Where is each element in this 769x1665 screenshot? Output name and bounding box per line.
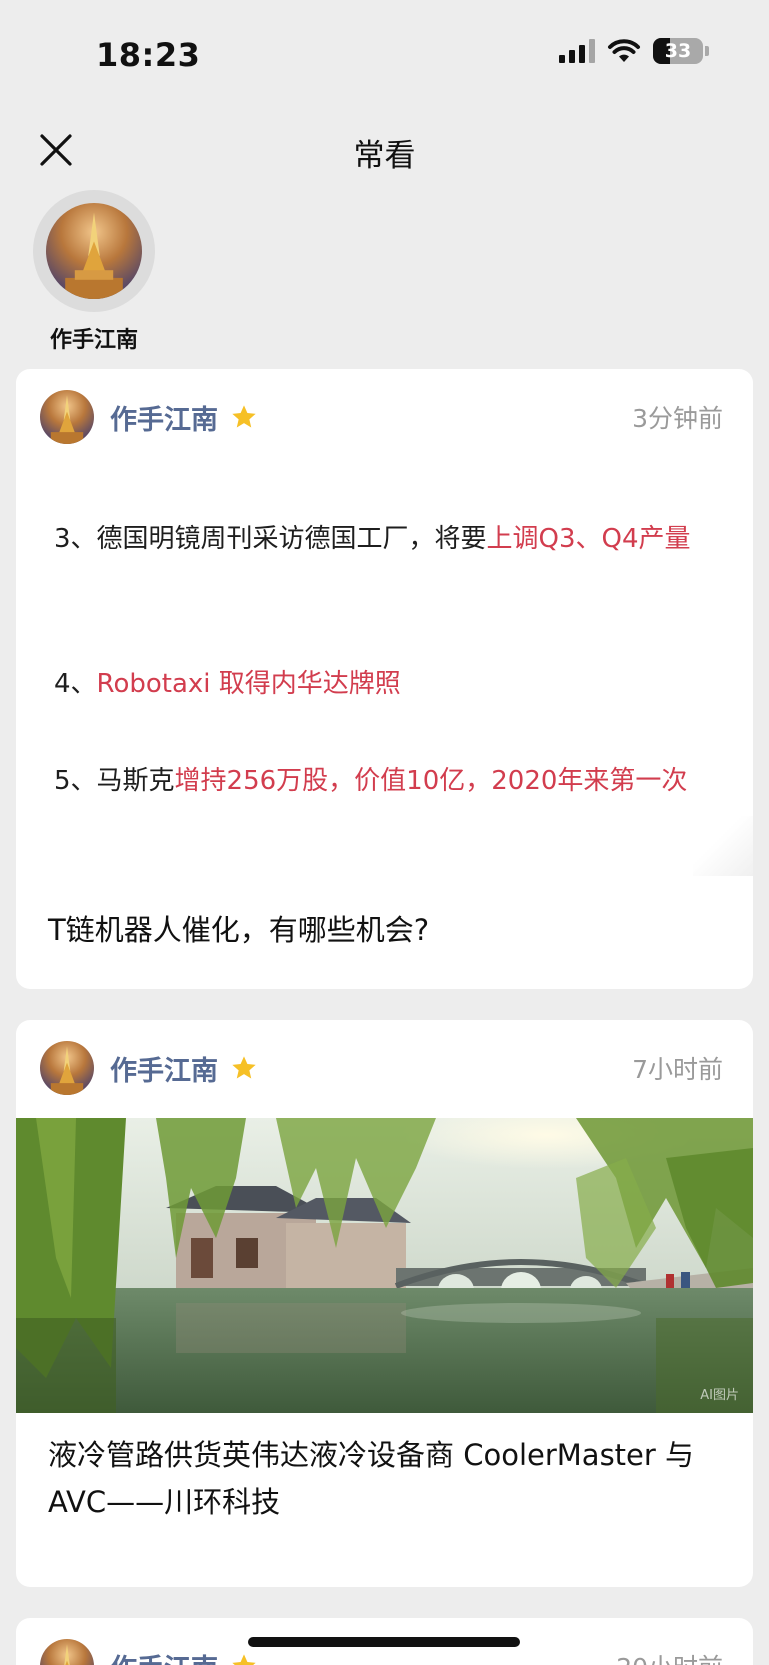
post-card[interactable]: 作手江南 7小时前 AI图片 液冷管路供货英伟达液冷设备商 CoolerMast… <box>16 1020 753 1587</box>
author-name[interactable]: 作手江南 <box>110 398 218 437</box>
header: 常看 <box>0 110 769 190</box>
battery-level: 33 <box>664 40 692 62</box>
post-time: 20小时前 <box>616 1648 723 1665</box>
excerpt-text: 5、马斯克 <box>54 766 175 796</box>
status-icons: 33 <box>559 38 709 64</box>
author-name[interactable]: 作手江南 <box>110 1049 218 1088</box>
post-excerpt-line: 5、马斯克增持256万股，价值10亿，2020年来第一次 <box>54 757 723 806</box>
wifi-icon <box>608 39 640 62</box>
post-time: 3分钟前 <box>632 404 723 433</box>
star-icon <box>232 1654 256 1665</box>
author-avatar[interactable] <box>40 1639 94 1665</box>
battery-icon: 33 <box>653 38 703 64</box>
status-time: 18:23 <box>96 36 201 74</box>
battery-nub <box>705 46 709 56</box>
frequent-account[interactable]: 作手江南 <box>30 190 158 354</box>
excerpt-highlight: 增持256万股，价值10亿，2020年来第一次 <box>174 766 688 796</box>
post-title[interactable]: 液冷管路供货英伟达液冷设备商 CoolerMaster 与 AVC——川环科技 <box>48 1432 723 1526</box>
frequent-account-name: 作手江南 <box>49 328 138 353</box>
post-title[interactable]: T链机器人催化，有哪些机会? <box>48 907 723 954</box>
excerpt-highlight: 上调Q3、Q4产量 <box>486 524 691 554</box>
post-header: 作手江南 7小时前 <box>40 1040 723 1096</box>
page-title: 常看 <box>353 138 416 174</box>
home-indicator <box>248 1637 520 1647</box>
post-card[interactable]: 作手江南 3分钟前 3、德国明镜周刊采访德国工厂，将要上调Q3、Q4产量 4、R… <box>16 369 753 989</box>
star-icon <box>232 1056 256 1079</box>
ai-image-label: AI图片 <box>700 1388 739 1403</box>
author-avatar[interactable] <box>40 1041 94 1095</box>
excerpt-highlight: Robotaxi 取得内华达牌照 <box>96 669 401 699</box>
post-excerpt-line: 4、Robotaxi 取得内华达牌照 <box>54 660 723 709</box>
fade-overlay <box>693 816 753 876</box>
author-avatar[interactable] <box>40 390 94 444</box>
star-icon <box>232 405 256 428</box>
excerpt-text: 3、德国明镜周刊采访德国工厂，将要 <box>54 524 487 554</box>
cellular-signal-icon <box>559 39 595 63</box>
author-name[interactable]: 作手江南 <box>110 1647 218 1665</box>
excerpt-text: 4、 <box>54 669 97 699</box>
avatar-ring <box>33 190 155 312</box>
post-header: 作手江南 3分钟前 <box>40 389 723 445</box>
avatar <box>46 203 142 299</box>
canal-scene-image <box>16 1118 753 1413</box>
post-cover-image[interactable]: AI图片 <box>16 1118 753 1413</box>
post-time: 7小时前 <box>632 1055 723 1084</box>
status-bar: 18:23 33 <box>0 0 769 110</box>
post-excerpt-line: 3、德国明镜周刊采访德国工厂，将要上调Q3、Q4产量 <box>54 515 723 564</box>
